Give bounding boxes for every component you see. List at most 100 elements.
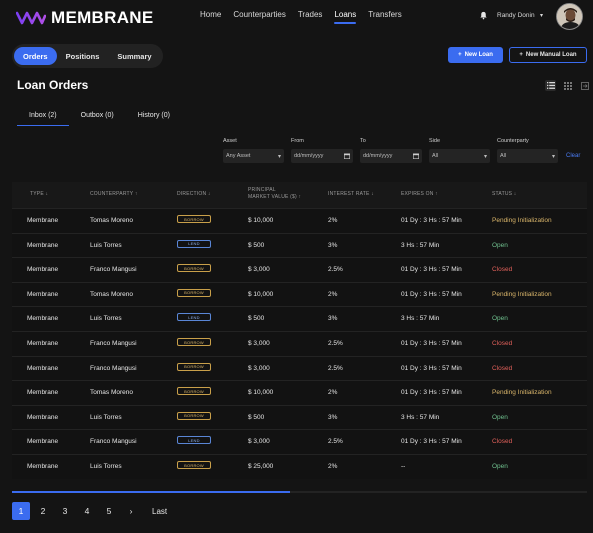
cell-counterparty: Franco Mangusi — [90, 364, 137, 372]
cell-principal: $ 10,000 — [248, 217, 274, 224]
tab-positions[interactable]: Positions — [57, 47, 109, 65]
nav-item-loans[interactable]: Loans — [334, 10, 356, 24]
cell-expires: 3 Hs : 57 Min — [401, 241, 440, 249]
brand-logo[interactable]: MEMBRANE — [16, 8, 154, 28]
subtab-inbox[interactable]: Inbox (2) — [17, 112, 69, 126]
status-badge: Open — [492, 463, 508, 470]
page-5-button[interactable]: 5 — [100, 502, 118, 520]
brand-name: MEMBRANE — [51, 8, 154, 27]
avatar[interactable] — [556, 3, 583, 30]
col-status[interactable]: STATUS ↓ — [492, 191, 516, 197]
clear-filters-link[interactable]: Clear — [566, 153, 580, 159]
subtab-history[interactable]: History (0) — [126, 112, 182, 124]
cell-interest: 2.5% — [328, 340, 343, 347]
chevron-down-icon[interactable]: ▾ — [540, 12, 543, 19]
page-1-button[interactable]: 1 — [12, 502, 30, 520]
direction-badge: BORROW — [177, 288, 211, 297]
export-icon[interactable] — [579, 80, 590, 91]
table-row[interactable]: Membrane Franco Mangusi BORROW $ 3,000 2.5% 0… — [12, 355, 587, 380]
page-3-button[interactable]: 3 — [56, 502, 74, 520]
nav-item-transfers[interactable]: Transfers — [368, 10, 402, 22]
top-navbar: MEMBRANE Home Counterparties Trades Loans Tr… — [0, 0, 593, 34]
table-row[interactable]: Membrane Luis Torres LEND $ 500 3% 3 Hs : 57 … — [12, 306, 587, 330]
cell-principal: $ 500 — [248, 413, 265, 421]
nav-item-trades[interactable]: Trades — [298, 10, 323, 22]
table-row[interactable]: Membrane Luis Torres LEND $ 500 3% 3 Hs : 57 … — [12, 232, 587, 257]
status-badge: Closed — [492, 438, 513, 446]
user-avatar-icon — [557, 4, 582, 29]
direction-badge: BORROW — [177, 362, 211, 371]
calendar-icon — [413, 153, 419, 159]
asset-value: Any Asset — [226, 153, 251, 159]
cell-type: Membrane — [27, 315, 59, 323]
user-name[interactable]: Randy Donin — [497, 12, 535, 19]
table-row[interactable]: Membrane Franco Mangusi BORROW $ 3,000 2.5% 0… — [12, 331, 587, 355]
col-type[interactable]: TYPE ↓ — [30, 191, 48, 197]
cell-interest: 2% — [328, 290, 338, 298]
table-row[interactable]: Membrane Tomas Moreno BORROW $ 10,000 2% 01 D… — [12, 208, 587, 232]
pagination: 1 2 3 4 5 › Last — [12, 502, 167, 520]
cell-expires: 01 Dy : 3 Hs : 57 Min — [401, 340, 462, 347]
new-loan-label: New Loan — [464, 52, 493, 58]
col-expires[interactable]: EXPIRES ON ↑ — [401, 191, 438, 197]
col-principal[interactable]: PRINCIPAL MARKET VALUE ($) ↑ — [248, 187, 301, 201]
status-badge: Pending Initialization — [492, 290, 552, 298]
tab-summary[interactable]: Summary — [108, 47, 160, 65]
col-counterparty[interactable]: COUNTERPARTY ↑ — [90, 191, 138, 197]
subtab-outbox[interactable]: Outbox (0) — [69, 112, 126, 124]
scrollbar-thumb[interactable] — [12, 491, 290, 493]
table-row[interactable]: Membrane Luis Torres BORROW $ 500 3% 3 Hs : 5… — [12, 404, 587, 429]
sort-arrow-icon: ↓ — [207, 191, 211, 197]
cell-counterparty: Tomas Moreno — [90, 217, 133, 224]
chevron-down-icon: ▾ — [277, 153, 281, 160]
table-row[interactable]: Membrane Franco Mangusi LEND $ 3,000 2.5% 01 … — [12, 429, 587, 453]
grid-view-icon[interactable] — [562, 80, 573, 91]
chevron-down-icon: ▾ — [483, 153, 487, 160]
table-row[interactable]: Membrane Tomas Moreno BORROW $ 10,000 2% 01 D… — [12, 380, 587, 404]
cell-counterparty: Luis Torres — [90, 413, 122, 421]
counterparty-select[interactable]: All ▾ — [497, 149, 558, 163]
col-direction[interactable]: DIRECTION ↓ — [177, 191, 211, 197]
cell-principal: $ 3,000 — [248, 266, 270, 274]
list-view-icon[interactable] — [545, 80, 556, 91]
sort-arrow-icon: ↑ — [298, 194, 302, 200]
table-row[interactable]: Membrane Tomas Moreno BORROW $ 10,000 2% 01 D… — [12, 281, 587, 306]
cell-principal: $ 3,000 — [248, 340, 270, 347]
new-loan-button[interactable]: + New Loan — [448, 47, 503, 63]
direction-badge: LEND — [177, 436, 211, 445]
to-date-input[interactable]: dd/mm/yyyy — [360, 149, 422, 163]
direction-badge: LEND — [177, 313, 211, 322]
col-interest[interactable]: INTEREST RATE ↓ — [328, 191, 374, 197]
cell-principal: $ 3,000 — [248, 364, 270, 372]
new-manual-loan-button[interactable]: + New Manual Loan — [509, 47, 587, 63]
cell-principal: $ 10,000 — [248, 389, 274, 397]
table-row[interactable]: Membrane Franco Mangusi BORROW $ 3,000 2.5% 0… — [12, 257, 587, 281]
plus-icon: + — [519, 52, 523, 58]
cell-interest: 2.5% — [328, 438, 343, 446]
page-2-button[interactable]: 2 — [34, 502, 52, 520]
cell-expires: 01 Dy : 3 Hs : 57 Min — [401, 217, 462, 224]
asset-select[interactable]: Any Asset ▾ — [223, 149, 284, 163]
next-page-icon[interactable]: › — [122, 502, 140, 520]
tab-orders[interactable]: Orders — [14, 47, 57, 65]
cell-expires: 3 Hs : 57 Min — [401, 413, 440, 421]
last-page-button[interactable]: Last — [152, 507, 167, 516]
table-row[interactable]: Membrane Luis Torres BORROW $ 25,000 2% -- Ope… — [12, 454, 587, 478]
horizontal-scrollbar[interactable] — [12, 491, 587, 493]
cell-counterparty: Luis Torres — [90, 315, 122, 323]
main-nav: Home Counterparties Trades Loans Transfers — [200, 10, 402, 24]
cell-counterparty: Franco Mangusi — [90, 340, 137, 347]
side-select[interactable]: All ▾ — [429, 149, 490, 163]
counterparty-label: Counterparty — [497, 138, 529, 144]
from-date-input[interactable]: dd/mm/yyyy — [291, 149, 353, 163]
cell-counterparty: Tomas Moreno — [90, 389, 133, 397]
nav-item-home[interactable]: Home — [200, 10, 221, 22]
status-badge: Open — [492, 241, 508, 249]
cell-interest: 2.5% — [328, 266, 343, 274]
counterparty-filter: Counterparty All ▾ — [497, 138, 558, 163]
page-4-button[interactable]: 4 — [78, 502, 96, 520]
view-toggle — [545, 80, 590, 91]
status-badge: Closed — [492, 266, 513, 274]
bell-icon[interactable] — [479, 11, 488, 20]
nav-item-counterparties[interactable]: Counterparties — [233, 10, 285, 22]
